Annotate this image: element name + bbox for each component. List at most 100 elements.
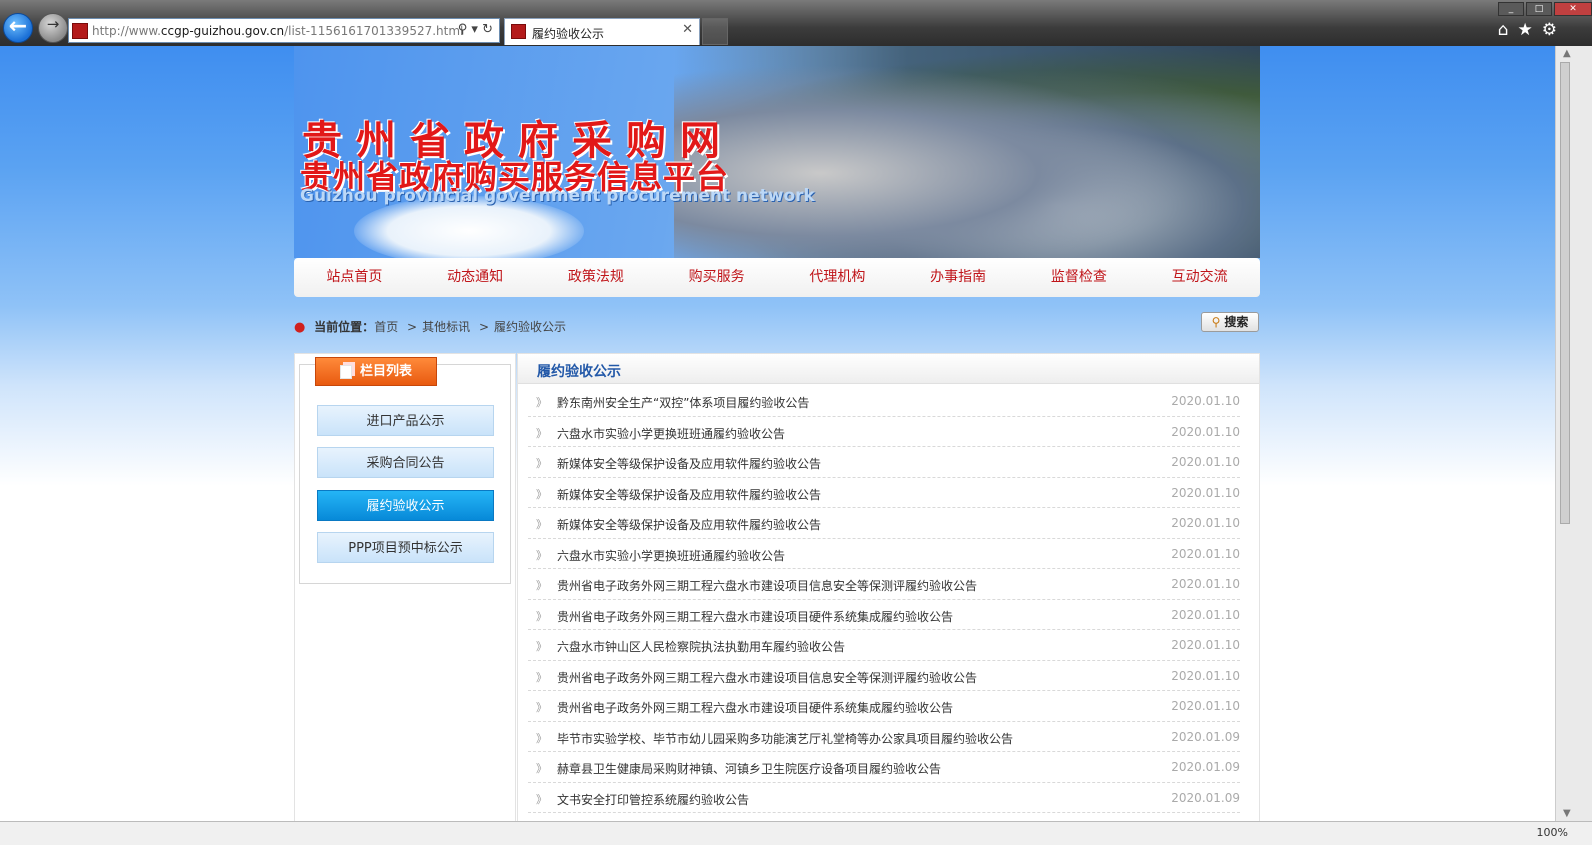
- list-item[interactable]: 》赫章县卫生健康局采购财神镇、河镇乡卫生院医疗设备项目履约验收公告 2020.01…: [528, 752, 1240, 783]
- list-item-date: 2020.01.10: [1171, 638, 1240, 652]
- list-item[interactable]: 》六盘水市实验小学更换班班通履约验收公告 2020.01.10: [528, 539, 1240, 569]
- nav-item-interaction[interactable]: 互动交流: [1139, 258, 1260, 297]
- nav-item-supervision[interactable]: 监督检查: [1019, 258, 1140, 297]
- list-item-title[interactable]: 六盘水市实验小学更换班班通履约验收公告: [557, 425, 785, 442]
- list-item-title[interactable]: 贵州省电子政务外网三期工程六盘水市建设项目信息安全等保测评履约验收公告: [557, 669, 977, 686]
- address-bar[interactable]: http://www.ccgp-guizhou.gov.cn/list-1156…: [68, 18, 500, 43]
- list-item[interactable]: 》六盘水市钟山区人民检察院执法执勤用车履约验收公告 2020.01.10: [528, 630, 1240, 661]
- maximize-button[interactable]: □: [1526, 2, 1552, 16]
- list-arrow-icon: 》: [536, 579, 547, 592]
- list-item[interactable]: 》新媒体安全等级保护设备及应用软件履约验收公告 2020.01.10: [528, 508, 1240, 539]
- list-item[interactable]: 》贵州省电子政务外网三期工程六盘水市建设项目信息安全等保测评履约验收公告 2020…: [528, 661, 1240, 691]
- search-icon[interactable]: ⚲: [458, 22, 468, 37]
- zoom-level[interactable]: 100%: [1537, 826, 1568, 839]
- list-item-title[interactable]: 新媒体安全等级保护设备及应用软件履约验收公告: [557, 486, 821, 503]
- list-item[interactable]: 》贵州省电子政务外网三期工程六盘水市建设项目硬件系统集成履约验收公告 2020.0…: [528, 691, 1240, 722]
- main-nav: 站点首页 动态通知 政策法规 购买服务 代理机构 办事指南 监督检查 互动交流: [294, 258, 1260, 297]
- magnifier-icon: ⚲: [1211, 315, 1221, 329]
- list-item[interactable]: 》新媒体安全等级保护设备及应用软件履约验收公告 2020.01.10: [528, 447, 1240, 478]
- scroll-up-icon[interactable]: ▲: [1563, 48, 1571, 59]
- sidebar: 栏目列表 进口产品公示 采购合同公告 履约验收公示 PPP项目预中标公示: [294, 353, 516, 821]
- address-tools[interactable]: ⚲ ▾ ↻: [458, 22, 493, 37]
- browser-tab[interactable]: 履约验收公示 ✕: [504, 18, 700, 45]
- list-item-date: 2020.01.10: [1171, 455, 1240, 469]
- list-arrow-icon: 》: [536, 792, 547, 806]
- list-item[interactable]: 》文书安全打印管控系统履约验收公告 2020.01.09: [528, 783, 1240, 813]
- search-button[interactable]: ⚲ 搜索: [1201, 312, 1259, 332]
- list-item-date: 2020.01.10: [1171, 516, 1240, 530]
- dropdown-icon[interactable]: ▾: [471, 22, 478, 37]
- list-arrow-icon: 》: [536, 609, 547, 623]
- list-item[interactable]: 》黔东南州安全生产“双控”体系项目履约验收公告 2020.01.10: [528, 386, 1240, 417]
- vertical-scrollbar[interactable]: ▲ ▼: [1555, 46, 1592, 821]
- list-item-date: 2020.01.10: [1171, 546, 1240, 561]
- list-item-date: 2020.01.10: [1171, 668, 1240, 683]
- list-item-title[interactable]: 贵州省电子政务外网三期工程六盘水市建设项目信息安全等保测评履约验收公告: [557, 577, 977, 594]
- refresh-icon[interactable]: ↻: [482, 22, 493, 37]
- settings-gear-icon[interactable]: ⚙: [1542, 20, 1566, 40]
- list-item-date: 2020.01.09: [1171, 760, 1240, 774]
- list-item-title[interactable]: 贵州省电子政务外网三期工程六盘水市建设项目硬件系统集成履约验收公告: [557, 699, 953, 716]
- sidebar-item-contract-notice[interactable]: 采购合同公告: [317, 447, 494, 478]
- list-item-title[interactable]: 六盘水市实验小学更换班班通履约验收公告: [557, 547, 785, 564]
- list-item-title[interactable]: 赫章县卫生健康局采购财神镇、河镇乡卫生院医疗设备项目履约验收公告: [557, 760, 941, 777]
- nav-item-services[interactable]: 购买服务: [656, 258, 777, 297]
- sidebar-item-imported-products[interactable]: 进口产品公示: [317, 405, 494, 436]
- search-button-label: 搜索: [1224, 315, 1249, 329]
- minimize-button[interactable]: _: [1498, 2, 1524, 16]
- close-tab-icon[interactable]: ✕: [682, 22, 693, 37]
- nav-item-agencies[interactable]: 代理机构: [777, 258, 898, 297]
- browser-actions: ⌂★⚙: [1498, 20, 1566, 40]
- list-arrow-icon: 》: [536, 731, 547, 745]
- list-item-title[interactable]: 黔东南州安全生产“双控”体系项目履约验收公告: [557, 394, 809, 411]
- nav-item-news[interactable]: 动态通知: [415, 258, 536, 297]
- nav-item-home[interactable]: 站点首页: [294, 258, 415, 297]
- nav-item-policy[interactable]: 政策法规: [536, 258, 657, 297]
- tab-title: 履约验收公示: [532, 27, 605, 41]
- page-viewport: 贵州省政府采购网 贵州省政府购买服务信息平台 Guizhou provincia…: [0, 46, 1555, 821]
- list-item-title[interactable]: 新媒体安全等级保护设备及应用软件履约验收公告: [557, 455, 821, 472]
- breadcrumb: ● 当前位置：首页 > 其他标讯 > 履约验收公示: [294, 318, 571, 336]
- list-item-date: 2020.01.10: [1171, 424, 1240, 439]
- breadcrumb-separator: >: [478, 320, 489, 334]
- nav-item-guide[interactable]: 办事指南: [898, 258, 1019, 297]
- scroll-down-icon[interactable]: ▼: [1563, 808, 1571, 819]
- list-item-title[interactable]: 文书安全打印管控系统履约验收公告: [557, 791, 749, 808]
- list-item-title[interactable]: 新媒体安全等级保护设备及应用软件履约验收公告: [557, 516, 821, 533]
- forward-button[interactable]: →: [38, 13, 68, 43]
- list-arrow-icon: 》: [536, 457, 547, 470]
- list-item-date: 2020.01.09: [1171, 790, 1240, 805]
- notice-list: 》黔东南州安全生产“双控”体系项目履约验收公告 2020.01.10 》六盘水市实验…: [528, 386, 1240, 813]
- site-favicon-icon: [72, 23, 88, 39]
- site-banner: 贵州省政府采购网 贵州省政府购买服务信息平台 Guizhou provincia…: [294, 46, 1260, 258]
- list-item[interactable]: 》六盘水市实验小学更换班班通履约验收公告 2020.01.10: [528, 417, 1240, 447]
- list-arrow-icon: 》: [536, 670, 547, 684]
- new-tab-button[interactable]: [702, 18, 728, 45]
- back-button[interactable]: ←: [3, 13, 33, 43]
- address-url[interactable]: http://www.ccgp-guizhou.gov.cn/list-1156…: [92, 24, 463, 38]
- list-item[interactable]: 》贵州省电子政务外网三期工程六盘水市建设项目硬件系统集成履约验收公告 2020.0…: [528, 600, 1240, 630]
- list-item-date: 2020.01.10: [1171, 699, 1240, 713]
- breadcrumb-home[interactable]: 首页: [374, 320, 398, 334]
- list-item-title[interactable]: 毕节市实验学校、毕节市幼儿园采购多功能演艺厅礼堂椅等办公家具项目履约验收公告: [557, 730, 1013, 747]
- list-item-title[interactable]: 六盘水市钟山区人民检察院执法执勤用车履约验收公告: [557, 638, 845, 655]
- window-close-button[interactable]: ✕: [1554, 2, 1592, 16]
- sidebar-header: 栏目列表: [315, 357, 437, 386]
- scrollbar-thumb[interactable]: [1560, 62, 1570, 524]
- sidebar-item-ppp[interactable]: PPP项目预中标公示: [317, 532, 494, 563]
- home-icon[interactable]: ⌂: [1498, 20, 1518, 40]
- status-bar: 100%: [0, 821, 1592, 845]
- location-pin-icon: ●: [294, 320, 306, 335]
- list-item[interactable]: 》新媒体安全等级保护设备及应用软件履约验收公告 2020.01.10: [528, 478, 1240, 508]
- list-arrow-icon: 》: [536, 640, 547, 653]
- banner-photo: [674, 46, 1260, 258]
- list-arrow-icon: 》: [536, 396, 547, 409]
- list-item-title[interactable]: 贵州省电子政务外网三期工程六盘水市建设项目硬件系统集成履约验收公告: [557, 608, 953, 625]
- list-item[interactable]: 》贵州省电子政务外网三期工程六盘水市建设项目信息安全等保测评履约验收公告 2020…: [528, 569, 1240, 600]
- list-item[interactable]: 》毕节市实验学校、毕节市幼儿园采购多功能演艺厅礼堂椅等办公家具项目履约验收公告 2…: [528, 722, 1240, 752]
- breadcrumb-other-bids[interactable]: 其他标讯: [422, 320, 470, 334]
- favorites-star-icon[interactable]: ★: [1518, 20, 1542, 40]
- browser-toolbar: ← → http://www.ccgp-guizhou.gov.cn/list-…: [0, 0, 1592, 46]
- list-item-date: 2020.01.10: [1171, 577, 1240, 591]
- sidebar-item-acceptance[interactable]: 履约验收公示: [317, 490, 494, 521]
